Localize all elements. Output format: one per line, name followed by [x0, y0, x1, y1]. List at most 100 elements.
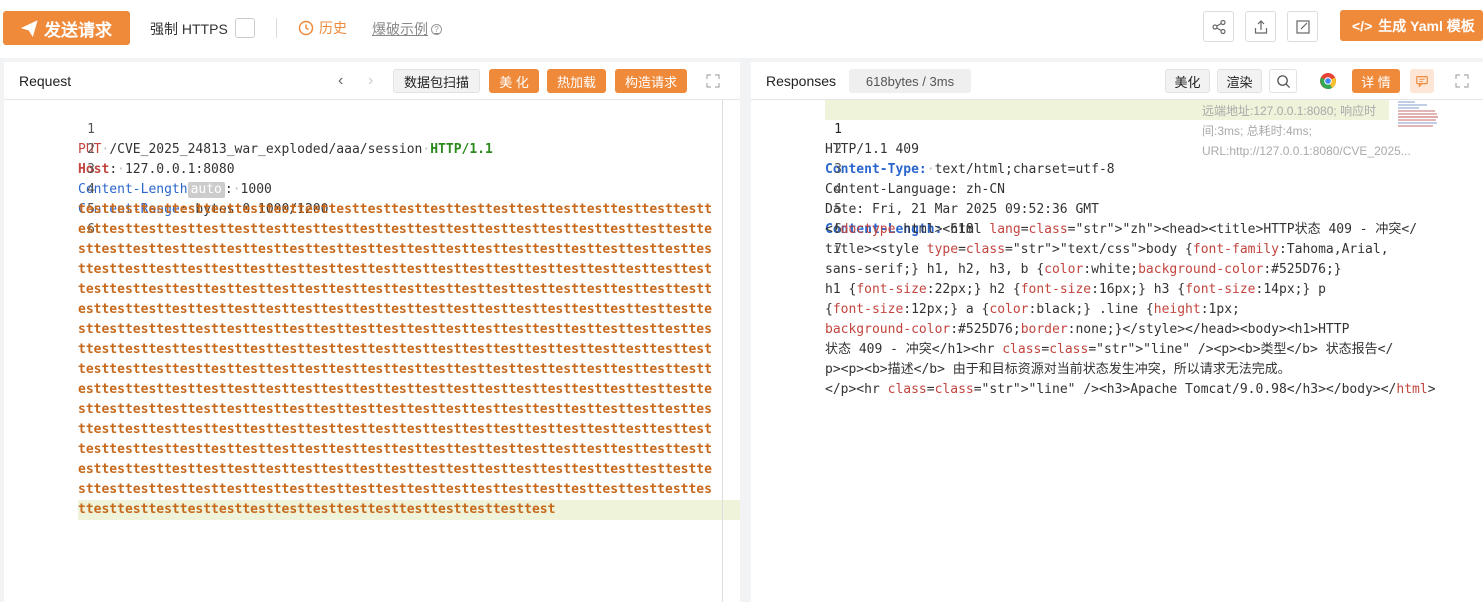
chrome-icon[interactable]: [1319, 72, 1337, 90]
payload-line: esttesttesttesttesttesttesttesttesttestt…: [78, 302, 712, 317]
code-line: 7: [751, 220, 842, 257]
response-body-line: </p><hr class=class="str">"line" /><h3>A…: [825, 382, 1436, 397]
beautify-label: 美 化: [499, 74, 529, 90]
request-path: /CVE_2025_24813_war_exploded/aaa/session: [109, 142, 423, 157]
response-body-line: background-color:#525D76;border:none;}</…: [825, 322, 1350, 337]
send-request-label: 发送请求: [44, 20, 112, 40]
response-body-line: p><p><b>描述</b> 由于和目标资源对当前状态发生冲突，所以请求无法完成…: [825, 362, 1291, 377]
line-number: 4: [834, 182, 842, 197]
history-button[interactable]: 历史: [298, 18, 347, 38]
payload-line: testtesttesttesttesttesttesttesttesttest…: [78, 202, 712, 217]
response-editor[interactable]: 1 HTTP/1.1 409 2 Content-Type:·text/html…: [751, 100, 1483, 602]
code-line: 2 Host:·127.0.0.1:8080: [4, 120, 235, 177]
payload-line: ttesttesttesttesttesttesttesttesttesttes…: [78, 422, 712, 437]
export-button[interactable]: [1245, 11, 1276, 42]
response-body-line: title><style type=class="str">"text/css"…: [825, 242, 1389, 257]
payload-line: sttesttesttesttesttesttesttesttesttestte…: [78, 322, 712, 337]
comment-button[interactable]: [1410, 69, 1434, 93]
response-panel: Responses 618bytes / 3ms 美化 渲染 详 情 1 HTT…: [751, 62, 1483, 602]
generate-yaml-label: 生成 Yaml 模板: [1378, 17, 1475, 34]
payload-line: sttesttesttesttesttesttesttesttesttestte…: [78, 482, 712, 497]
code-line: 4 Content-Range:·bytes 0-1000/1200: [4, 160, 328, 217]
response-size-badge: 618bytes / 3ms: [849, 69, 971, 93]
payload-line: sttesttesttesttesttesttesttesttesttestte…: [78, 402, 712, 417]
code-line: 5: [4, 180, 95, 217]
header-value: 127.0.0.1:8080: [124, 162, 235, 177]
code-line: 3 Content-Length auto:·1000: [4, 140, 272, 198]
code-line: 3 Content-Language: zh-CN: [751, 140, 1005, 197]
hot-load-button[interactable]: 热加载: [547, 69, 606, 93]
payload-line: esttesttesttesttesttesttesttesttesttestt…: [78, 382, 712, 397]
code-line: 6: [4, 200, 95, 237]
hot-load-label: 热加载: [556, 74, 596, 90]
force-https-checkbox[interactable]: [235, 18, 255, 38]
response-title: Responses: [766, 73, 837, 89]
code-line: 2 Content-Type:·text/html;charset=utf-8: [751, 120, 1115, 177]
generate-yaml-button[interactable]: </> 生成 Yaml 模板: [1340, 10, 1483, 41]
edit-icon: [1295, 19, 1310, 34]
line-number: 2: [834, 142, 842, 157]
response-size-text: 618bytes / 3ms: [865, 73, 955, 89]
send-icon: [21, 19, 38, 37]
render-button[interactable]: 渲染: [1217, 69, 1262, 93]
request-panel: Request ‹ › 数据包扫描 美 化 热加载 构造请求 1 PUT·/CV…: [4, 62, 740, 602]
code-line: 6: [751, 200, 842, 237]
line-number: 2: [87, 142, 95, 157]
payload-line: sttesttesttesttesttesttesttesttesttestte…: [78, 242, 712, 257]
payload-line: esttesttesttesttesttesttesttesttesttestt…: [78, 222, 712, 237]
line-number: 3: [87, 162, 95, 177]
code-line: 4 Date: Fri, 21 Mar 2025 09:52:36 GMT: [751, 160, 1099, 217]
line-number: 5: [834, 202, 842, 217]
response-beautify-label: 美化: [1174, 74, 1201, 90]
payload-line: ttesttesttesttesttesttesttesttesttesttes…: [78, 500, 740, 520]
request-editor[interactable]: 1 PUT·/CVE_2025_24813_war_exploded/aaa/s…: [4, 100, 740, 602]
header-value: 1000: [240, 182, 272, 197]
clock-icon: [298, 20, 314, 36]
payload-line: esttesttesttesttesttesttesttesttesttestt…: [78, 462, 712, 477]
search-button[interactable]: [1269, 69, 1297, 93]
response-body-line: 状态 409 - 冲突</h1><hr class=class="str">"l…: [825, 342, 1394, 357]
response-header: Responses 618bytes / 3ms 美化 渲染 详 情: [751, 62, 1483, 100]
packet-scan-label: 数据包扫描: [403, 74, 469, 90]
send-request-button[interactable]: 发送请求: [3, 11, 130, 45]
line-number: 1: [834, 122, 842, 137]
search-icon: [1276, 74, 1290, 88]
beautify-button[interactable]: 美 化: [489, 69, 539, 93]
expand-icon[interactable]: [706, 74, 720, 88]
help-icon: ?: [431, 23, 442, 35]
force-https-label: 强制 HTTPS: [150, 21, 228, 37]
previous-icon[interactable]: ‹: [338, 72, 343, 90]
expand-icon[interactable]: [1455, 74, 1469, 88]
editor-gutter-line: [722, 100, 723, 602]
code-line: 5 Content-Length:·618: [751, 180, 974, 237]
response-body-line: h1 {font-size:22px;} h2 {font-size:16px;…: [825, 282, 1326, 297]
construct-request-label: 构造请求: [624, 74, 677, 90]
payload-line: testtesttesttesttesttesttesttesttesttest…: [78, 362, 712, 377]
brute-examples-link[interactable]: 爆破示例 ?: [372, 19, 442, 39]
response-beautify-button[interactable]: 美化: [1165, 69, 1210, 93]
code-line: 1 PUT·/CVE_2025_24813_war_exploded/aaa/s…: [4, 100, 493, 157]
share-button[interactable]: [1203, 11, 1234, 42]
line-number: 4: [87, 182, 95, 197]
payload-line: testtesttesttesttesttesttesttesttesttest…: [78, 282, 712, 297]
header-line: Content-Language: zh-CN: [825, 182, 1006, 197]
code-icon: </>: [1352, 17, 1373, 34]
brute-examples-label: 爆破示例: [372, 21, 428, 37]
comment-icon: [1416, 76, 1428, 88]
http-version: HTTP/1.1: [430, 142, 493, 157]
details-button[interactable]: 详 情: [1352, 69, 1400, 93]
edit-button[interactable]: [1287, 11, 1318, 42]
minimap: [1397, 100, 1439, 130]
history-label: 历史: [319, 20, 347, 36]
construct-request-button[interactable]: 构造请求: [615, 69, 687, 93]
share-icon: [1211, 19, 1226, 34]
top-toolbar: 发送请求 强制 HTTPS 历史 爆破示例 ? </> 生成 Yaml 模板: [0, 0, 1483, 58]
next-icon[interactable]: ›: [368, 72, 373, 90]
request-header: Request ‹ › 数据包扫描 美 化 热加载 构造请求: [4, 62, 740, 100]
payload-line: testtesttesttesttesttesttesttesttesttest…: [78, 442, 712, 457]
payload-line: ttesttesttesttesttesttesttesttesttesttes…: [78, 342, 712, 357]
packet-scan-button[interactable]: 数据包扫描: [393, 69, 480, 93]
response-body-line: sans-serif;} h1, h2, h3, b {color:white;…: [825, 262, 1342, 277]
header-value: text/html;charset=utf-8: [934, 162, 1115, 177]
auto-badge: auto: [187, 182, 225, 198]
